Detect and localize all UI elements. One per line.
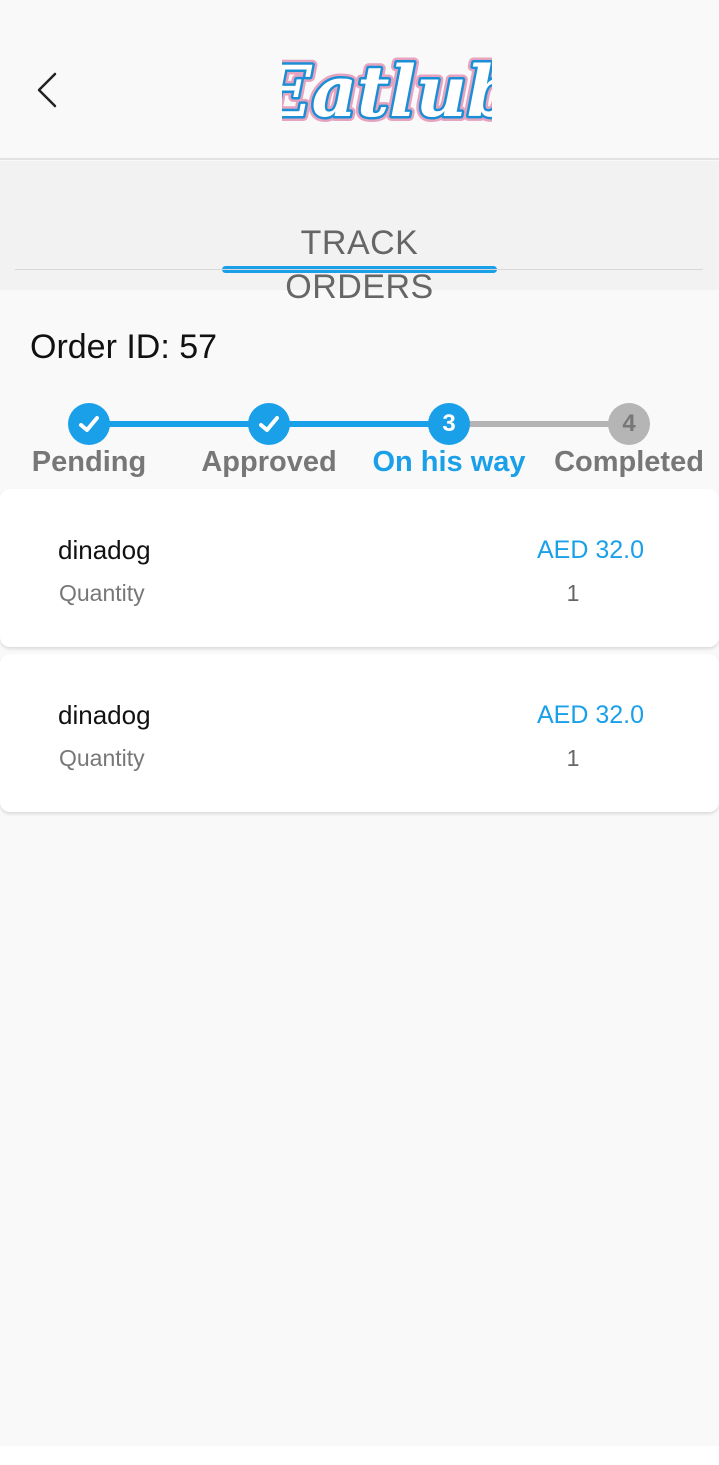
item-quantity: 1 — [566, 580, 580, 606]
app-header: Eatlub Eatlub Eatlub — [0, 0, 719, 160]
item-quantity-label: Quantity — [59, 580, 145, 606]
item-price: AED 32.0 — [536, 701, 644, 729]
chevron-left-icon — [37, 72, 57, 108]
step-label-on-his-way: On his way — [372, 446, 526, 478]
item-price: AED 32.0 — [536, 536, 644, 564]
step-connector-2 — [269, 421, 449, 427]
back-button[interactable] — [22, 60, 72, 120]
step-connector-1 — [89, 421, 269, 427]
step-approved-check-icon — [248, 403, 290, 445]
bottom-edge — [0, 1446, 719, 1465]
tab-track-orders[interactable]: TRACK ORDERS — [222, 221, 497, 306]
step-connector-3 — [449, 421, 629, 427]
order-progress-stepper: 3 4 Pending Approved On his way Complete… — [0, 400, 719, 485]
item-quantity-label: Quantity — [59, 745, 145, 771]
order-item-card: dinadog AED 32.0 Quantity 1 — [0, 489, 719, 647]
step-completed-marker: 4 — [608, 403, 650, 445]
step-pending-check-icon — [68, 403, 110, 445]
item-name: dinadog — [58, 535, 151, 565]
order-item-card: dinadog AED 32.0 Quantity 1 — [0, 654, 719, 812]
tab-divider — [15, 269, 703, 270]
step-label-approved: Approved — [201, 446, 337, 478]
logo-text: Eatlub — [282, 50, 492, 133]
tab-label: TRACK ORDERS — [285, 224, 434, 306]
tab-bar: TRACK ORDERS — [0, 161, 719, 306]
step-on-his-way-marker: 3 — [428, 403, 470, 445]
step-label-completed: Completed — [554, 446, 704, 478]
step-label-pending: Pending — [31, 446, 147, 478]
order-id: Order ID: 57 — [30, 328, 218, 366]
item-name: dinadog — [58, 700, 151, 730]
item-quantity: 1 — [566, 745, 580, 771]
app-logo: Eatlub Eatlub Eatlub — [251, 36, 520, 140]
